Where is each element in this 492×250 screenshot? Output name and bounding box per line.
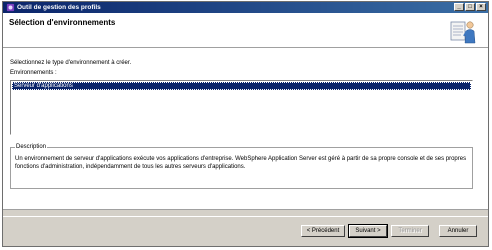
maximize-button[interactable]: □: [465, 3, 475, 11]
window-title: Outil de gestion des profils: [17, 4, 101, 11]
description-legend: Description: [15, 144, 48, 151]
footer-divider: [3, 216, 488, 217]
list-item-application-server[interactable]: Serveur d'applications: [12, 82, 471, 90]
environments-list[interactable]: Serveur d'applications: [10, 80, 473, 135]
profile-tool-window: Outil de gestion des profils _ □ × Sélec…: [2, 1, 489, 247]
wizard-body: Sélectionnez le type d'environnement à c…: [3, 48, 488, 210]
wizard-person-icon: [450, 21, 476, 44]
wizard-header: Sélection d'environnements: [3, 13, 488, 48]
environments-label: Environnements :: [10, 70, 57, 76]
description-group: Description Un environnement de serveur …: [10, 144, 473, 189]
close-button[interactable]: ×: [476, 3, 486, 11]
back-button[interactable]: < Précédent: [301, 225, 345, 237]
page-title: Sélection d'environnements: [9, 18, 116, 27]
title-bar[interactable]: Outil de gestion des profils _ □ ×: [3, 2, 488, 13]
cancel-button[interactable]: Annuler: [439, 225, 477, 237]
next-button[interactable]: Suivant >: [348, 224, 388, 238]
instruction-text: Sélectionnez le type d'environnement à c…: [10, 60, 132, 66]
app-icon: [6, 3, 15, 12]
minimize-button[interactable]: _: [454, 3, 464, 11]
finish-button[interactable]: Terminer: [391, 225, 429, 237]
description-text: Un environnement de serveur d'applicatio…: [15, 156, 467, 170]
